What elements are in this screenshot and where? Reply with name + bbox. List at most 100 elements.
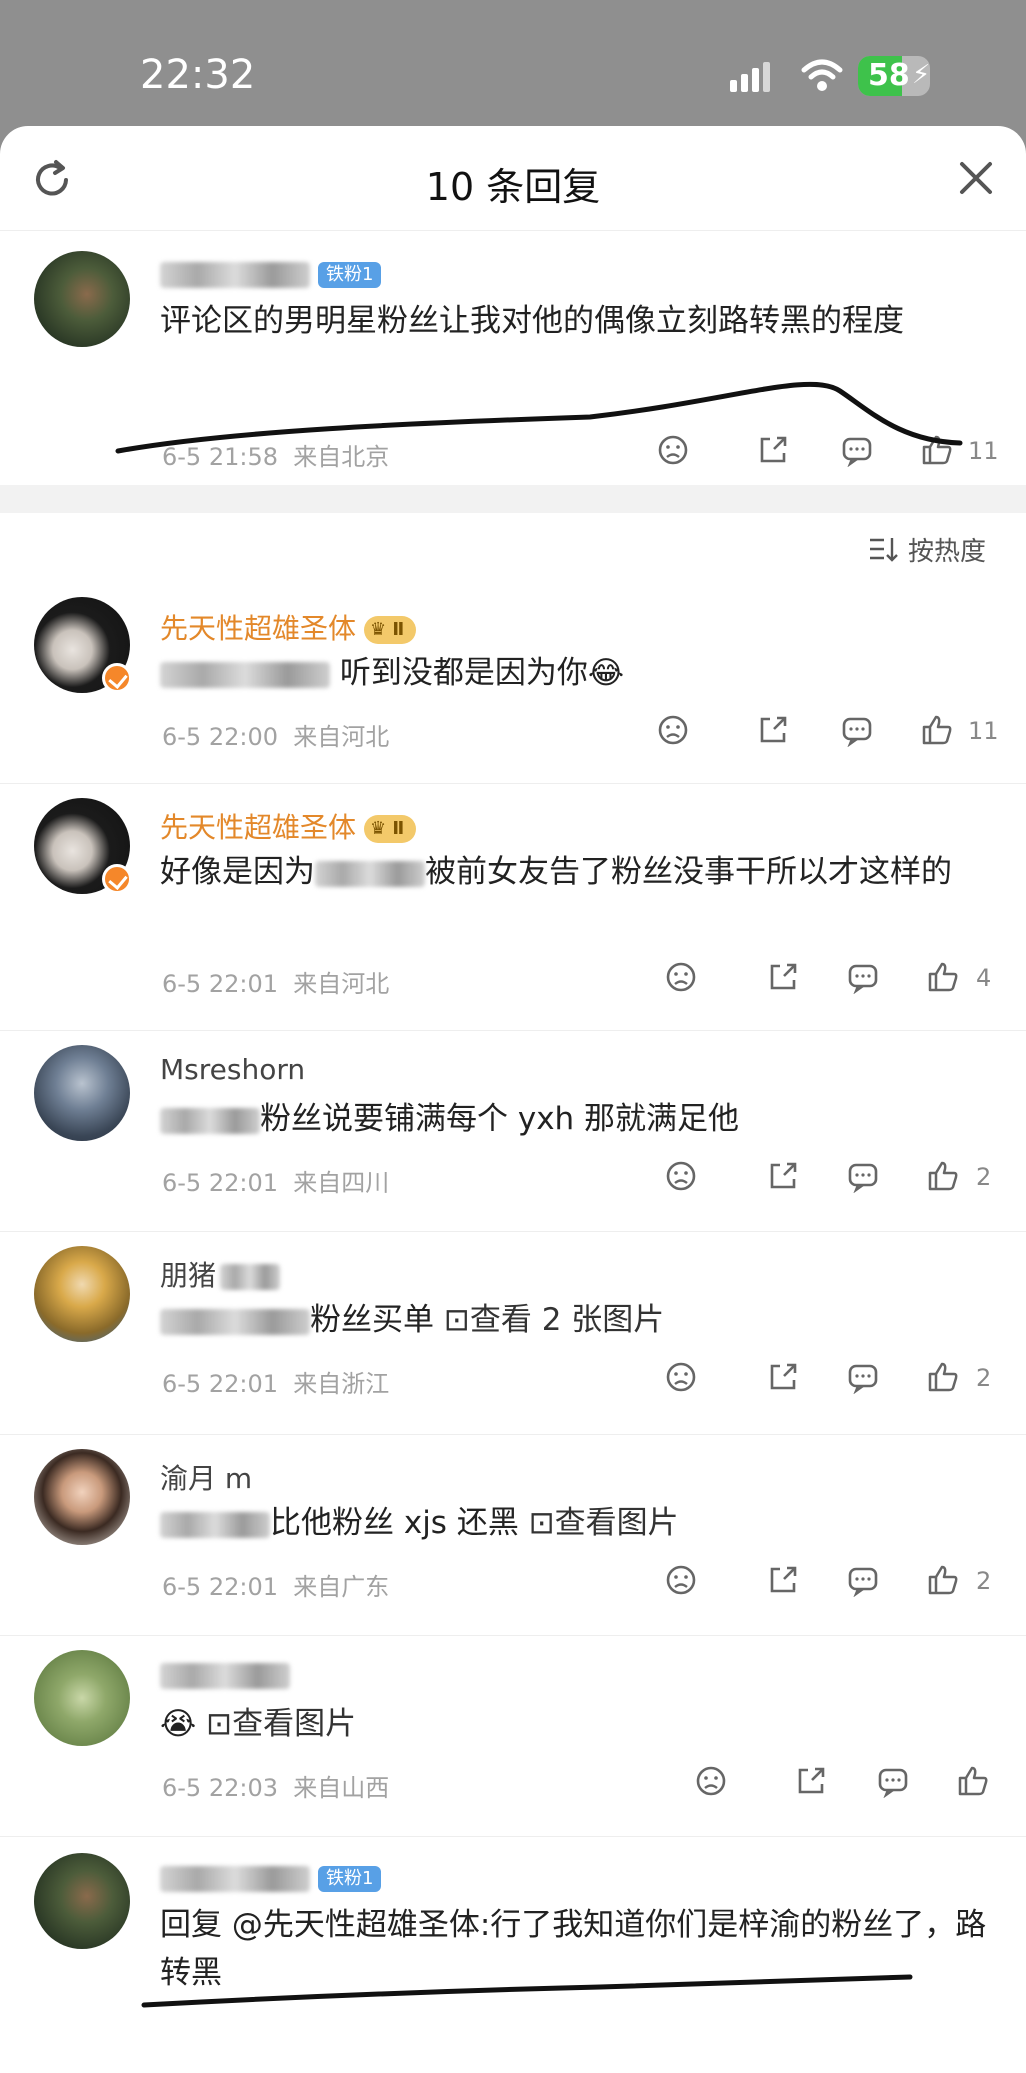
like-count: 2 bbox=[976, 1364, 992, 1392]
blurred-username bbox=[160, 1663, 290, 1689]
reply-meta: 6-5 22:00 来自河北 bbox=[162, 717, 389, 752]
level-badge: ♛ Ⅱ bbox=[364, 815, 417, 843]
share-icon[interactable] bbox=[756, 433, 790, 467]
dislike-icon[interactable] bbox=[656, 433, 690, 467]
reply-time: 6-5 22:01 bbox=[162, 1370, 278, 1398]
view-images-link[interactable]: ⊡查看图片 bbox=[206, 1706, 356, 1742]
avatar[interactable] bbox=[34, 1853, 130, 1949]
reply-location: 来自河北 bbox=[293, 970, 390, 998]
reply-meta: 6-5 22:01 来自四川 bbox=[162, 1163, 389, 1198]
reply-text: 回复 @先天性超雄圣体:行了我知道你们是梓渝的粉丝了，路转黑 bbox=[160, 1907, 987, 1991]
reply-meta: 6-5 22:01 来自浙江 bbox=[162, 1364, 389, 1399]
sheet-title: 10 条回复 bbox=[425, 165, 601, 209]
sort-label[interactable]: 按热度 bbox=[908, 531, 986, 568]
username-text: 先天性超雄圣体 bbox=[160, 612, 357, 645]
battery-icon: 58 ⚡ bbox=[858, 56, 930, 96]
avatar[interactable] bbox=[34, 1650, 130, 1746]
view-images-label: 查看 2 张图片 bbox=[469, 1302, 665, 1338]
reply-item: Msreshorn 粉丝说要铺满每个 yxh 那就满足他 6-5 22:01 来… bbox=[0, 1031, 1026, 1232]
like-count: 4 bbox=[976, 964, 992, 992]
reply-time: 6-5 22:01 bbox=[162, 1169, 278, 1197]
replies-sheet: 10 条回复 铁粉1 评论区的男明星粉丝让我对他的偶像立刻路转黑的程度 6-5 … bbox=[0, 126, 1026, 2073]
laughing-emoji: 😂 bbox=[587, 655, 625, 691]
username[interactable]: 先天性超雄圣体 ♛ Ⅱ bbox=[160, 806, 417, 846]
dislike-icon[interactable] bbox=[664, 1563, 698, 1597]
reply-text-content: 比他粉丝 xjs 还黑 bbox=[270, 1505, 519, 1541]
reply-item: 先天性超雄圣体 ♛ Ⅱ 听到没都是因为你😂 6-5 22:00 来自河北 11 bbox=[0, 583, 1026, 784]
comment-location: 来自北京 bbox=[293, 443, 390, 471]
reply-meta: 6-5 22:03 来自山西 bbox=[162, 1768, 389, 1803]
comment-icon[interactable] bbox=[846, 960, 880, 994]
view-images-link[interactable]: ⊡查看图片 bbox=[529, 1505, 679, 1541]
blurred-username bbox=[160, 262, 310, 288]
level-badge: ♛ Ⅱ bbox=[364, 616, 417, 644]
username[interactable]: 朋猪 bbox=[160, 1254, 281, 1294]
reply-item: 铁粉1 回复 @先天性超雄圣体:行了我知道你们是梓渝的粉丝了，路转黑 bbox=[0, 1837, 1026, 2057]
blurred-text bbox=[160, 1511, 270, 1538]
avatar[interactable] bbox=[34, 1045, 130, 1141]
username[interactable]: 铁粉1 bbox=[160, 1861, 382, 1894]
like-count: 11 bbox=[968, 717, 999, 745]
comment-meta: 6-5 21:58 来自北京 bbox=[162, 437, 389, 472]
reply-meta: 6-5 22:01 来自河北 bbox=[162, 964, 389, 999]
like-icon[interactable] bbox=[920, 433, 954, 467]
username[interactable]: 先天性超雄圣体 ♛ Ⅱ bbox=[160, 607, 417, 647]
username[interactable]: Msreshorn bbox=[160, 1053, 305, 1086]
comment-icon[interactable] bbox=[846, 1563, 880, 1597]
root-comment: 铁粉1 评论区的男明星粉丝让我对他的偶像立刻路转黑的程度 6-5 21:58 来… bbox=[0, 231, 1026, 485]
share-icon[interactable] bbox=[756, 713, 790, 747]
like-icon[interactable] bbox=[926, 960, 960, 994]
like-icon[interactable] bbox=[926, 1563, 960, 1597]
blurred-text bbox=[160, 661, 330, 688]
reply-text: 😭 ⊡查看图片 bbox=[160, 1700, 990, 1748]
dislike-icon[interactable] bbox=[664, 1159, 698, 1193]
sort-icon[interactable] bbox=[868, 535, 898, 563]
comment-time: 6-5 21:58 bbox=[162, 443, 278, 471]
reply-text: 好像是因为 被前女友告了粉丝没事干所以才这样的 bbox=[160, 848, 990, 896]
share-icon[interactable] bbox=[766, 1159, 800, 1193]
close-icon[interactable] bbox=[956, 158, 996, 198]
comment-icon[interactable] bbox=[846, 1159, 880, 1193]
reply-text: 听到没都是因为你😂 bbox=[160, 649, 990, 697]
dislike-icon[interactable] bbox=[694, 1764, 728, 1798]
username[interactable] bbox=[160, 1658, 290, 1691]
crying-emoji: 😭 bbox=[160, 1706, 197, 1742]
reply-text-content: 粉丝买单 bbox=[310, 1302, 434, 1338]
section-divider bbox=[0, 485, 1026, 513]
avatar[interactable] bbox=[34, 251, 130, 347]
battery-level: 58 bbox=[868, 58, 910, 93]
reply-time: 6-5 22:01 bbox=[162, 1573, 278, 1601]
like-icon[interactable] bbox=[920, 713, 954, 747]
like-icon[interactable] bbox=[926, 1360, 960, 1394]
like-icon[interactable] bbox=[926, 1159, 960, 1193]
avatar[interactable] bbox=[34, 1449, 130, 1545]
share-icon[interactable] bbox=[766, 960, 800, 994]
level-value: Ⅱ bbox=[392, 619, 405, 640]
like-icon[interactable] bbox=[956, 1764, 990, 1798]
share-icon[interactable] bbox=[766, 1360, 800, 1394]
reply-text-prefix: 好像是因为 bbox=[160, 854, 315, 890]
blurred-text bbox=[160, 1308, 310, 1335]
comment-icon[interactable] bbox=[876, 1764, 910, 1798]
dislike-icon[interactable] bbox=[664, 960, 698, 994]
username[interactable]: 铁粉1 bbox=[160, 257, 382, 290]
share-icon[interactable] bbox=[766, 1563, 800, 1597]
reply-item: 朋猪 粉丝买单 ⊡查看 2 张图片 6-5 22:01 来自浙江 2 bbox=[0, 1232, 1026, 1435]
dislike-icon[interactable] bbox=[664, 1360, 698, 1394]
comment-icon[interactable] bbox=[840, 713, 874, 747]
username-text: 朋猪 bbox=[160, 1259, 217, 1292]
like-count: 2 bbox=[976, 1163, 992, 1191]
reply-text: 比他粉丝 xjs 还黑 ⊡查看图片 bbox=[160, 1499, 990, 1547]
avatar[interactable] bbox=[34, 1246, 130, 1342]
reply-location: 来自山西 bbox=[293, 1774, 390, 1802]
like-count: 11 bbox=[968, 437, 999, 465]
share-icon[interactable] bbox=[794, 1764, 828, 1798]
reply-text-content: 听到没都是因为你 bbox=[339, 655, 588, 691]
username[interactable]: 渝月 m bbox=[160, 1457, 252, 1497]
dislike-icon[interactable] bbox=[656, 713, 690, 747]
reply-location: 来自浙江 bbox=[293, 1370, 390, 1398]
comment-icon[interactable] bbox=[840, 433, 874, 467]
view-images-label: 查看图片 bbox=[554, 1505, 679, 1541]
comment-icon[interactable] bbox=[846, 1360, 880, 1394]
view-images-link[interactable]: ⊡查看 2 张图片 bbox=[444, 1302, 664, 1338]
